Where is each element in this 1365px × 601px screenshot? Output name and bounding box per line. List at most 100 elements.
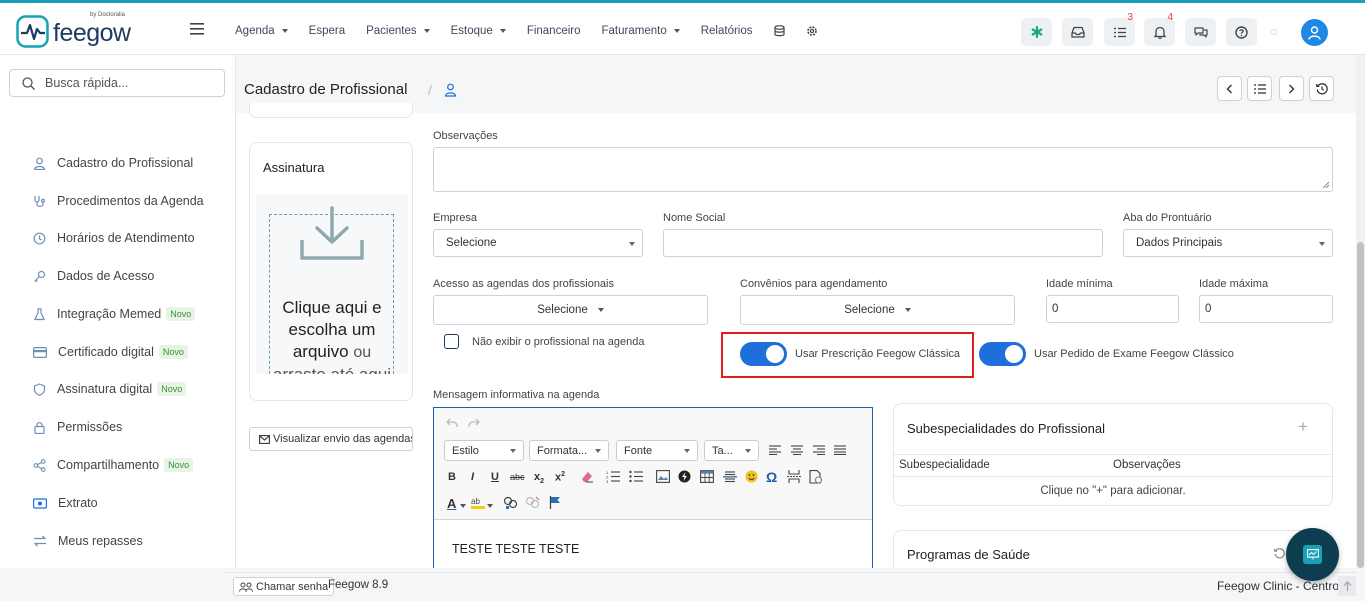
size-combo[interactable]: Ta... [704, 440, 759, 461]
nav-faturamento[interactable]: Faturamento [602, 25, 680, 37]
table-icon[interactable] [700, 470, 714, 483]
editor-content[interactable]: TESTE TESTE TESTE [452, 542, 579, 556]
nav-espera[interactable]: Espera [309, 25, 345, 37]
flash-icon[interactable] [678, 470, 691, 483]
sidebar-item-extrato[interactable]: Extrato [33, 496, 98, 510]
sidebar-item-procedimentos[interactable]: Procedimentos da Agenda [33, 194, 204, 208]
superscript-icon[interactable]: x2 [555, 471, 565, 484]
history-button[interactable] [1309, 76, 1334, 101]
align-left-icon[interactable] [769, 445, 781, 455]
eraser-icon[interactable] [580, 470, 594, 483]
scrollbar-thumb[interactable] [1357, 242, 1364, 568]
sidebar-item-cadastro[interactable]: Cadastro do Profissional [33, 156, 193, 170]
strikethrough-icon[interactable]: abc [510, 472, 525, 482]
iframe-icon[interactable] [809, 470, 823, 484]
italic-icon[interactable]: I [471, 471, 474, 483]
add-subespecialidade-button[interactable]: + [1298, 417, 1308, 437]
list-button[interactable] [1247, 76, 1272, 101]
nav-pacientes[interactable]: Pacientes [366, 25, 430, 37]
feegow-logo[interactable]: feegow by Doctoralia [16, 12, 131, 48]
sidebar-item-label: Horários de Atendimento [57, 231, 195, 245]
sidebar: Busca rápida... Cadastro do Profissional… [0, 55, 236, 568]
bulleted-list-icon[interactable] [629, 470, 643, 483]
search-input[interactable]: Busca rápida... [9, 69, 225, 97]
underline-icon[interactable]: U [491, 471, 499, 483]
sidebar-item-compartilhamento[interactable]: Compartilhamento Novo [33, 458, 194, 472]
link-icon[interactable] [503, 496, 518, 509]
nome-social-input[interactable] [663, 229, 1103, 257]
notifications-button[interactable]: 4 [1144, 12, 1175, 46]
prescricao-classica-toggle[interactable] [740, 342, 787, 366]
novo-badge: Novo [164, 458, 194, 472]
user-doctor-icon [444, 83, 457, 97]
unlink-icon[interactable] [525, 496, 540, 509]
horizontal-rule-icon[interactable] [723, 470, 737, 483]
tasks-button[interactable]: 3 [1104, 12, 1135, 46]
acesso-agendas-select[interactable]: Selecione [433, 295, 708, 325]
style-combo[interactable]: Estilo [444, 440, 524, 461]
sidebar-item-certificado[interactable]: Certificado digital Novo [33, 345, 188, 359]
sidebar-item-dados-acesso[interactable]: Dados de Acesso [33, 269, 154, 283]
omega-special-char-icon[interactable]: Ω [766, 469, 777, 485]
chamar-senha-button[interactable]: Chamar senha [233, 577, 335, 596]
settings-gear-icon[interactable] [806, 25, 818, 37]
align-right-icon[interactable] [813, 445, 825, 455]
scroll-top-button[interactable] [1338, 576, 1356, 596]
database-icon[interactable] [773, 25, 785, 37]
previous-button[interactable] [1217, 76, 1242, 101]
sidebar-item-permissoes[interactable]: Permissões [33, 420, 122, 434]
nav-financeiro[interactable]: Financeiro [527, 25, 581, 37]
pedido-exame-toggle[interactable] [979, 342, 1026, 366]
page-break-icon[interactable] [787, 470, 801, 483]
idade-minima-input[interactable]: 0 [1046, 295, 1179, 323]
quick-action-button[interactable] [1021, 18, 1052, 46]
clinic-name[interactable]: Feegow Clinic - Centro [1217, 579, 1339, 593]
floating-chat-button[interactable] [1286, 528, 1339, 581]
bold-icon[interactable]: B [448, 471, 456, 483]
aba-prontuario-select[interactable]: Dados Principais [1123, 229, 1333, 257]
redo-icon[interactable] [468, 418, 480, 428]
sidebar-item-memed[interactable]: Integração Memed Novo [33, 307, 196, 321]
font-combo[interactable]: Fonte [616, 440, 698, 461]
image-icon[interactable] [656, 470, 670, 483]
undo-icon[interactable] [446, 418, 458, 428]
chat-button[interactable] [1185, 18, 1216, 46]
sidebar-item-repasses[interactable]: Meus repasses [33, 534, 143, 548]
help-button[interactable] [1226, 18, 1257, 46]
nav-agenda[interactable]: Agenda [235, 25, 288, 37]
idade-maxima-input[interactable]: 0 [1199, 295, 1333, 323]
sidebar-item-horarios[interactable]: Horários de Atendimento [33, 231, 195, 245]
nav-estoque[interactable]: Estoque [451, 25, 506, 37]
anchor-flag-icon[interactable] [549, 496, 561, 509]
empresa-select[interactable]: Selecione [433, 229, 643, 257]
history-icon[interactable] [1274, 548, 1285, 559]
nav-relatorios[interactable]: Relatórios [701, 25, 753, 37]
align-justify-icon[interactable] [834, 445, 846, 455]
format-combo[interactable]: Formata... [529, 440, 609, 461]
chevron-down-icon [460, 504, 466, 508]
highlight-color-icon[interactable]: ab [471, 496, 487, 509]
subscript-icon[interactable]: x2 [534, 471, 544, 485]
numbered-list-icon[interactable]: 123 [606, 470, 620, 483]
arrow-up-icon [1343, 581, 1351, 591]
user-avatar-button[interactable] [1301, 19, 1328, 46]
page-scrollbar[interactable] [1356, 55, 1365, 568]
aba-prontuario-value: Dados Principais [1136, 237, 1223, 249]
signature-upload-area[interactable]: Clique aqui e escolha um arquivo ou arra… [256, 194, 408, 374]
convenios-select[interactable]: Selecione [740, 295, 1015, 325]
nav-relatorios-label: Relatórios [700, 25, 753, 37]
sidebar-item-label: Compartilhamento [57, 458, 160, 472]
user-icon [1308, 25, 1321, 40]
next-button[interactable] [1279, 76, 1304, 101]
smiley-icon[interactable] [745, 470, 758, 483]
preview-agendas-button[interactable]: Visualizar envio das agendas [249, 427, 413, 451]
sidebar-item-assinatura[interactable]: Assinatura digital Novo [33, 382, 187, 396]
sidebar-item-label: Procedimentos da Agenda [57, 194, 204, 208]
align-center-icon[interactable] [791, 445, 803, 455]
hamburger-menu-icon[interactable] [190, 23, 204, 38]
inbox-button[interactable] [1062, 18, 1093, 46]
nao-exibir-checkbox[interactable] [444, 334, 459, 349]
format-combo-label: Formata... [537, 444, 588, 457]
text-color-icon[interactable]: A [447, 496, 456, 511]
observacoes-textarea[interactable] [433, 147, 1333, 192]
